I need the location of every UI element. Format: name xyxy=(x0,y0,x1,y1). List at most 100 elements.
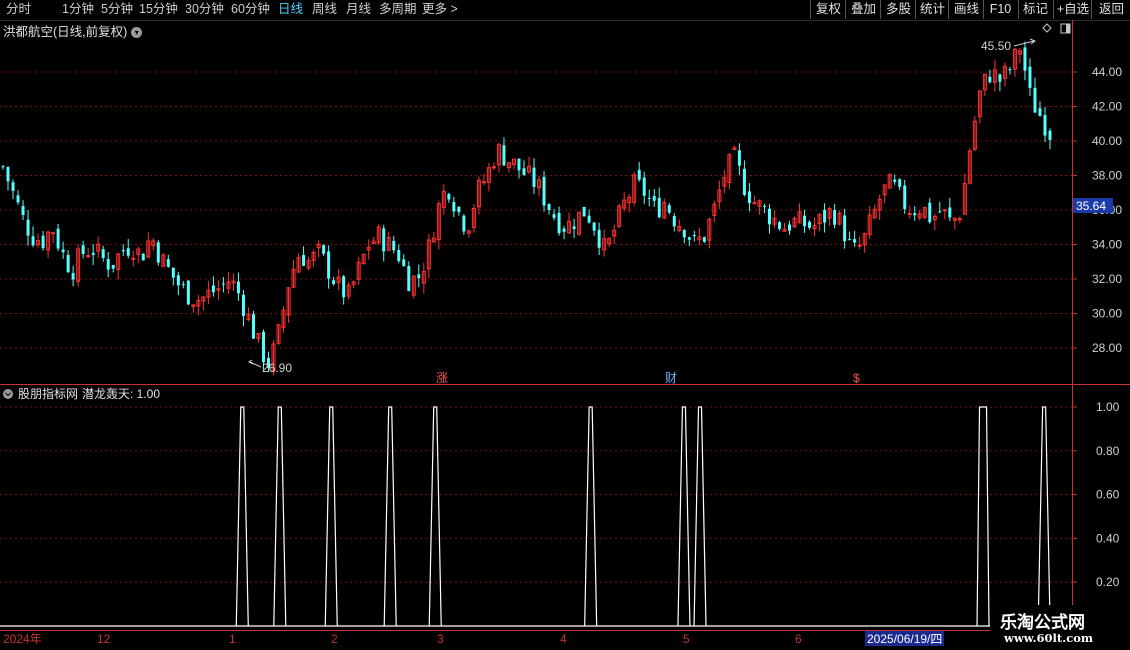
candle-body xyxy=(186,280,190,305)
candle-body xyxy=(71,273,75,280)
candle-body xyxy=(587,215,591,223)
candle-body xyxy=(166,259,170,267)
candle-body xyxy=(692,235,696,237)
candle-body xyxy=(81,245,85,255)
candle-body xyxy=(898,179,902,187)
candle-body xyxy=(241,294,245,316)
indicator-spike xyxy=(383,406,397,627)
indicator-spike xyxy=(273,406,287,627)
candle-body xyxy=(56,228,60,249)
candle-body xyxy=(672,216,676,227)
candle-body xyxy=(1033,87,1037,113)
current-price-label: 35.64 xyxy=(1076,199,1106,213)
candle-body xyxy=(557,212,561,234)
candle-body xyxy=(637,169,641,180)
price-grid xyxy=(0,71,1072,583)
candle-body xyxy=(106,259,110,270)
candle-body xyxy=(382,228,386,252)
candle-body xyxy=(752,202,757,205)
indicator-tick-label: 0.40 xyxy=(1096,531,1120,545)
candle-body xyxy=(211,285,215,293)
candle-body xyxy=(457,206,461,212)
candle-body xyxy=(687,237,691,240)
candle-body xyxy=(91,252,95,255)
candle-body xyxy=(928,202,932,223)
indicator-spike xyxy=(584,406,598,627)
candle-body xyxy=(41,235,45,249)
candle-body xyxy=(101,249,105,258)
indicator-spike xyxy=(976,406,990,627)
low-price-label: 26.90 xyxy=(262,361,292,375)
candle-body xyxy=(913,213,917,216)
candle-body xyxy=(447,193,451,200)
candle-body xyxy=(642,177,646,196)
indicator-series xyxy=(0,406,1072,627)
settings-diamond-icon[interactable] xyxy=(1042,23,1052,33)
candle-body xyxy=(542,176,546,206)
candle-body xyxy=(462,215,466,232)
time-label-3: 3 xyxy=(437,632,444,646)
candle-body xyxy=(402,259,406,266)
candle-body xyxy=(342,276,346,298)
price-tick-label: 30.00 xyxy=(1092,307,1122,321)
candle-body xyxy=(1,166,5,168)
candle-body xyxy=(907,213,912,216)
kline-chart: 28.0030.0032.0034.0036.0038.0040.0042.00… xyxy=(0,20,1130,646)
candle-body xyxy=(853,239,857,243)
candle-body xyxy=(111,264,115,269)
candle-body xyxy=(16,195,20,203)
cursor-date: 2025/06/19/四 xyxy=(867,632,942,646)
candle-body xyxy=(833,210,837,225)
price-tick-label: 38.00 xyxy=(1092,169,1122,183)
candle-body xyxy=(702,237,706,242)
candle-body xyxy=(522,168,526,176)
price-tick-label: 28.00 xyxy=(1092,341,1122,355)
high-price-label: 45.50 xyxy=(981,39,1011,53)
candle-body xyxy=(647,197,651,199)
price-tick-label: 42.00 xyxy=(1092,100,1122,114)
time-label-12: 12 xyxy=(97,632,111,646)
candle-body xyxy=(302,255,306,266)
candle-body xyxy=(657,197,661,218)
candle-body xyxy=(998,74,1002,82)
candle-body xyxy=(1048,130,1052,140)
candle-body xyxy=(572,226,576,230)
candle-body xyxy=(788,224,792,231)
indicator-tick-label: 1.00 xyxy=(1096,400,1120,414)
indicator-spike xyxy=(693,406,707,627)
time-label-6: 6 xyxy=(795,632,802,646)
candle-body xyxy=(552,214,556,218)
watermark-title: 乐淘公式网 xyxy=(1000,613,1085,633)
candle-body xyxy=(808,221,812,228)
candle-body xyxy=(1043,115,1047,136)
candle-body xyxy=(1023,47,1027,71)
candle-body xyxy=(156,242,160,263)
candle-body xyxy=(322,245,326,254)
candle-body xyxy=(171,267,175,278)
candlestick-series xyxy=(1,41,1052,376)
time-label-2: 2 xyxy=(331,632,338,646)
candle-body xyxy=(221,283,225,285)
candle-body xyxy=(121,250,125,252)
price-tick-label: 40.00 xyxy=(1092,134,1122,148)
candle-body xyxy=(327,251,331,279)
indicator-menu-icon[interactable] xyxy=(3,389,13,399)
candle-body xyxy=(948,207,952,218)
candle-body xyxy=(126,248,130,256)
candle-body xyxy=(61,249,65,253)
candle-body xyxy=(261,331,265,363)
candle-body xyxy=(1028,66,1032,88)
candle-body xyxy=(762,205,766,207)
price-tick-label: 34.00 xyxy=(1092,238,1122,252)
time-label-1: 1 xyxy=(229,632,236,646)
time-label-2024: 2024年 xyxy=(3,632,42,646)
candle-body xyxy=(1008,69,1012,71)
price-tick-label: 32.00 xyxy=(1092,272,1122,286)
candle-body xyxy=(397,250,401,262)
low-arrow-icon xyxy=(248,359,262,368)
candle-body xyxy=(176,275,180,286)
candle-body xyxy=(181,283,185,285)
candle-body xyxy=(51,232,56,235)
candle-body xyxy=(26,219,30,236)
candle-body xyxy=(843,215,847,242)
